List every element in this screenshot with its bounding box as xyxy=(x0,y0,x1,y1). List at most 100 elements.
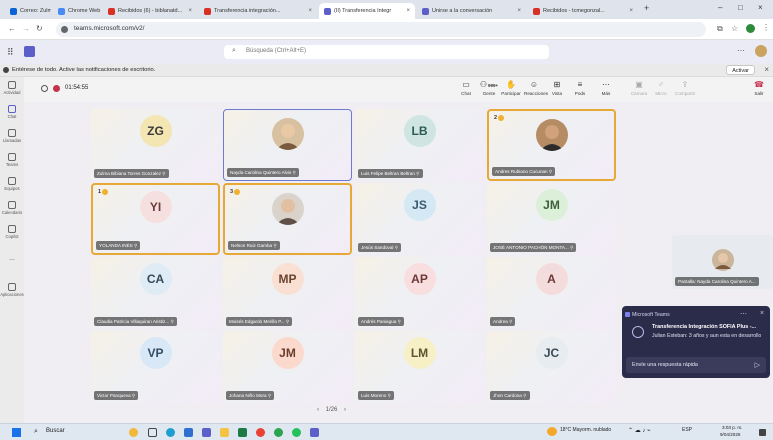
file-explorer-icon[interactable] xyxy=(220,428,229,437)
browser-tab[interactable]: Unirse a la conversación × xyxy=(417,3,526,19)
chrome-icon[interactable] xyxy=(256,428,265,437)
reacciones-button[interactable]: ☺ Reacciones xyxy=(524,80,548,96)
participant-tile[interactable]: JM Johana Niño Mora ⚲ xyxy=(223,331,352,403)
rail-item-chat[interactable]: Chat xyxy=(0,105,24,119)
participant-tile[interactable]: YI 1 YOLANDA INÉS ⚲ xyxy=(91,183,220,255)
window-close-icon[interactable]: × xyxy=(758,3,763,12)
bookmark-star-icon[interactable]: ☆ xyxy=(731,24,738,33)
tab-close-icon[interactable]: × xyxy=(308,8,312,14)
participant-tile[interactable]: JC Jhon Cardona ⚲ xyxy=(487,331,616,403)
salir-button[interactable]: ☎ Salir xyxy=(749,80,769,96)
toast-more-icon[interactable]: ⋯ xyxy=(740,310,747,318)
gente-button[interactable]: ⚇999+ Gente xyxy=(479,80,499,96)
notification-center-icon[interactable] xyxy=(759,429,766,436)
tab-close-icon[interactable]: × xyxy=(406,8,410,14)
participant-tile[interactable]: A Andrea ⚲ xyxy=(487,257,616,329)
language-indicator[interactable]: ESP xyxy=(682,427,692,433)
search-icon: ⌕ xyxy=(34,428,38,435)
participant-name-text: Nayda Carolina Quintero Alvis xyxy=(230,170,292,175)
participant-tile[interactable]: ZG Zulma Bibiana Torres Gonzalez ⚲ xyxy=(91,109,220,181)
rail-item-calendario[interactable]: Calendario xyxy=(0,201,24,215)
rail-item-teams[interactable]: Teams xyxy=(0,153,24,167)
screen-share-name: Pantalla: Nayda Carolina Quintero A... xyxy=(675,277,759,286)
tab-close-icon[interactable]: × xyxy=(629,8,633,14)
send-icon[interactable]: ▷ xyxy=(755,361,760,369)
store-icon[interactable] xyxy=(184,428,193,437)
rail-item-copilot[interactable]: Copilot xyxy=(0,225,24,239)
participant-tile[interactable]: JM JOSÉ ANTONIO PACHÓN MONTA... ⚲ xyxy=(487,183,616,255)
participant-tile[interactable]: MP Moisés Edgardo Merillo P... ⚲ xyxy=(223,257,352,329)
teams-toast-notification[interactable]: Microsoft Teams ⋯ × Transferencia Integr… xyxy=(622,306,770,378)
chat-button[interactable]: ▭ Chat xyxy=(456,80,476,96)
quick-reply-input[interactable]: Envíe una respuesta rápida ▷ xyxy=(626,357,766,373)
browser-tab[interactable]: Chrome Web Store× xyxy=(53,3,101,19)
taskbar-search[interactable]: ⌕ Buscar xyxy=(34,427,104,438)
cmara-button[interactable]: ▣ Cámara xyxy=(629,80,649,96)
new-tab-icon[interactable]: + xyxy=(644,3,649,13)
next-page-icon[interactable]: › xyxy=(344,407,346,413)
vista-button[interactable]: ⊞ Vista xyxy=(547,80,567,96)
forward-icon[interactable]: → xyxy=(22,24,30,33)
participar-button[interactable]: ✋ Participar xyxy=(501,80,521,96)
browser-tab[interactable]: Transferencia integración... × xyxy=(199,3,317,19)
rail-item-equipos[interactable]: Equipos xyxy=(0,177,24,191)
url-field[interactable]: teams.microsoft.com/v2/ xyxy=(56,22,706,37)
close-icon[interactable]: × xyxy=(764,65,769,74)
screen-share-thumbnail[interactable]: Pantalla: Nayda Carolina Quintero A... xyxy=(672,235,773,289)
teams-app-icon[interactable] xyxy=(202,428,211,437)
excel-icon[interactable] xyxy=(238,428,247,437)
profile-icon[interactable] xyxy=(746,24,755,33)
back-icon[interactable]: ← xyxy=(8,24,16,33)
tab-close-icon[interactable]: × xyxy=(517,8,521,14)
browser-tab[interactable]: (II) Transferencia Integr × xyxy=(319,3,415,19)
micro-button[interactable]: ♂ Micro xyxy=(651,80,671,96)
activate-notifications-button[interactable]: Activar xyxy=(726,65,755,75)
tab-favicon-icon xyxy=(58,7,65,15)
participant-tile[interactable]: 2 Andres Rubiano Cucunan ⚲ xyxy=(487,109,616,181)
user-avatar[interactable] xyxy=(755,45,767,57)
teams-alt-icon[interactable] xyxy=(310,428,319,437)
whatsapp-icon[interactable] xyxy=(292,428,301,437)
prev-page-icon[interactable]: ‹ xyxy=(317,407,319,413)
teams-search-input[interactable]: ⌕ Búsqueda (Ctrl+Alt+E) xyxy=(224,45,549,59)
settings-more-icon[interactable]: ⋯ xyxy=(737,46,745,55)
tab-close-icon[interactable]: × xyxy=(188,8,192,14)
rail-item-more[interactable]: ... xyxy=(0,255,24,262)
window-maximize-icon[interactable]: □ xyxy=(738,3,743,12)
participant-tile[interactable]: LM Luis Moreno ⚲ xyxy=(355,331,484,403)
participant-tile[interactable]: LB Luis Felipe Beltran Beltran ⚲ xyxy=(355,109,484,181)
participant-tile[interactable]: CA Claudia Patricia Villaquiran Aristiz..… xyxy=(91,257,220,329)
compartir-button[interactable]: ⇪ Compartir xyxy=(675,80,695,96)
rail-item-llamadas[interactable]: Llamadas xyxy=(0,129,24,143)
window-minimize-icon[interactable]: – xyxy=(718,3,722,12)
menu-kebab-icon[interactable]: ⋮ xyxy=(762,23,770,32)
weather-widget-icon[interactable] xyxy=(129,428,138,437)
weather-text[interactable]: 18°C Mayorm. nublado xyxy=(560,427,611,433)
browser-tab[interactable]: Recibidos (6) - biblanatd... × xyxy=(103,3,197,19)
share-icon: ⇪ xyxy=(681,80,689,89)
ms-button[interactable]: ⋯ Más xyxy=(596,80,616,96)
reload-icon[interactable]: ↻ xyxy=(36,24,43,33)
extensions-icon[interactable]: ⧉ xyxy=(717,24,723,34)
participant-name-text: Jesús Sandoval xyxy=(361,245,394,250)
clock-time[interactable]: 3:03 p. m. xyxy=(722,425,742,430)
pods-button[interactable]: ≡ Pods xyxy=(570,80,590,96)
participant-tile[interactable]: AP Andrés Paniagua ⚲ xyxy=(355,257,484,329)
site-info-icon[interactable] xyxy=(61,26,68,33)
tray-icons[interactable]: ⌃ ☁ ♪ ⌁ xyxy=(628,427,651,434)
task-view-icon[interactable] xyxy=(148,428,157,437)
edge-icon[interactable] xyxy=(166,428,175,437)
chrome-alt-icon[interactable] xyxy=(274,428,283,437)
rail-item-aplicaciones[interactable]: Aplicaciones xyxy=(0,283,24,297)
app-launcher-icon[interactable]: ⠿ xyxy=(7,47,14,58)
toast-close-icon[interactable]: × xyxy=(760,310,764,317)
windows-start-icon[interactable] xyxy=(12,428,21,437)
participant-tile[interactable]: 3 Nelson Ruiz Gamba ⚲ xyxy=(223,183,352,255)
rail-item-actividad[interactable]: Actividad xyxy=(0,81,24,95)
browser-tab[interactable]: Correo: Zulma Bibiana To...× xyxy=(5,3,51,19)
participant-tile[interactable]: Nayda Carolina Quintero Alvis ⚲ xyxy=(223,109,352,181)
clock-date[interactable]: 9/04/2026 xyxy=(720,432,740,437)
browser-tab[interactable]: Recibidos - tcmegonzal... × xyxy=(528,3,638,19)
participant-tile[interactable]: VP Victor Panqueva ⚲ xyxy=(91,331,220,403)
participant-tile[interactable]: JS Jesús Sandoval ⚲ xyxy=(355,183,484,255)
